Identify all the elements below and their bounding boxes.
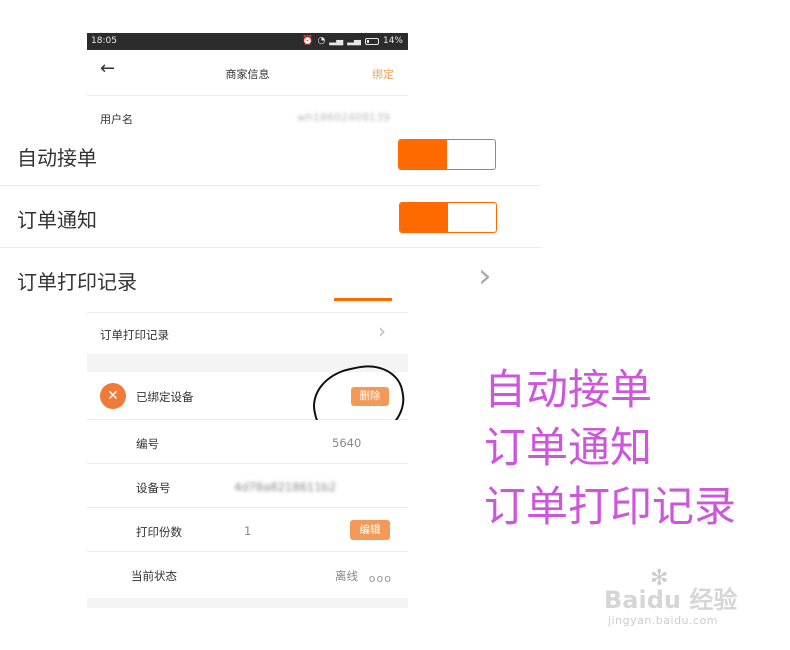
watermark-logo: Baidu 经验 — [604, 580, 737, 615]
device-id-value: 5640 — [332, 436, 362, 450]
status-icons: ⏰ ◔ ▂▄ ▂▄ 14% — [302, 33, 403, 50]
print-log-label-zoomed: 订单打印记录 — [17, 270, 137, 294]
print-log-row-zoomed[interactable]: 订单打印记录 › — [0, 248, 541, 310]
annotation-line-3: 订单打印记录 — [484, 482, 737, 531]
watermark-brand-cn: 经验 — [689, 586, 738, 614]
current-state-label: 当前状态 — [131, 569, 177, 583]
battery-icon — [364, 38, 379, 45]
signal-icon-2: ▂▄ — [347, 36, 361, 46]
print-log-row[interactable]: 订单打印记录 › — [87, 312, 408, 354]
watermark-site: jingyan.baidu.com — [608, 614, 719, 627]
order-notify-toggle[interactable] — [399, 202, 497, 233]
annotation-line-1: 自动接单 — [484, 365, 653, 414]
current-state-value: 离线 — [335, 569, 358, 583]
bound-device-label: 已绑定设备 — [136, 390, 194, 404]
auto-accept-label: 自动接单 — [17, 146, 97, 170]
wifi-icon: ◔ — [317, 36, 326, 46]
device-id-row: 编号 5640 — [87, 420, 408, 464]
signal-icon: ▂▄ — [329, 36, 344, 46]
chevron-right-icon: › — [478, 256, 492, 296]
page-title: 商家信息 — [225, 68, 270, 81]
zoomed-settings-panel: 自动接单 订单通知 订单打印记录 › — [0, 124, 541, 312]
annotation-line-2: 订单通知 — [484, 423, 653, 472]
bind-button[interactable]: 绑定 — [372, 66, 394, 82]
watermark-brand: Bai — [604, 586, 647, 614]
print-copies-label: 打印份数 — [136, 525, 182, 539]
battery-level: 14% — [382, 36, 403, 46]
auto-accept-toggle[interactable] — [398, 139, 496, 170]
toggle-on-fill — [400, 203, 448, 232]
toggle-edge-fragment — [334, 298, 392, 301]
nav-bar: ← 商家信息 绑定 — [87, 50, 408, 96]
current-state-row: 当前状态 离线 ooo — [87, 552, 408, 598]
device-id-label: 编号 — [136, 437, 159, 451]
order-notify-row: 订单通知 — [0, 186, 541, 248]
toggle-on-fill — [399, 140, 447, 169]
device-number-value: 4d78a8218611b2 — [234, 480, 337, 494]
status-time: 18:05 — [91, 36, 117, 46]
username-value: wh18602409139 — [297, 111, 390, 124]
auto-accept-row: 自动接单 — [0, 124, 541, 186]
more-icon[interactable]: ooo — [369, 572, 392, 585]
bottom-gap — [87, 598, 408, 608]
edit-button[interactable]: 编辑 — [350, 520, 390, 540]
print-copies-row: 打印份数 1 编辑 — [87, 508, 408, 552]
status-bar: 18:05 ⏰ ◔ ▂▄ ▂▄ 14% — [87, 33, 408, 50]
print-log-label: 订单打印记录 — [100, 328, 169, 342]
device-number-row: 设备号 4d78a8218611b2 — [87, 464, 408, 508]
alarm-icon: ⏰ — [302, 36, 314, 46]
tools-icon: ✕ — [100, 383, 126, 409]
order-notify-label: 订单通知 — [17, 208, 97, 232]
device-number-label: 设备号 — [136, 481, 171, 495]
print-copies-value: 1 — [244, 524, 252, 538]
paw-icon: ✻ — [650, 566, 669, 591]
chevron-right-icon: › — [378, 319, 386, 343]
